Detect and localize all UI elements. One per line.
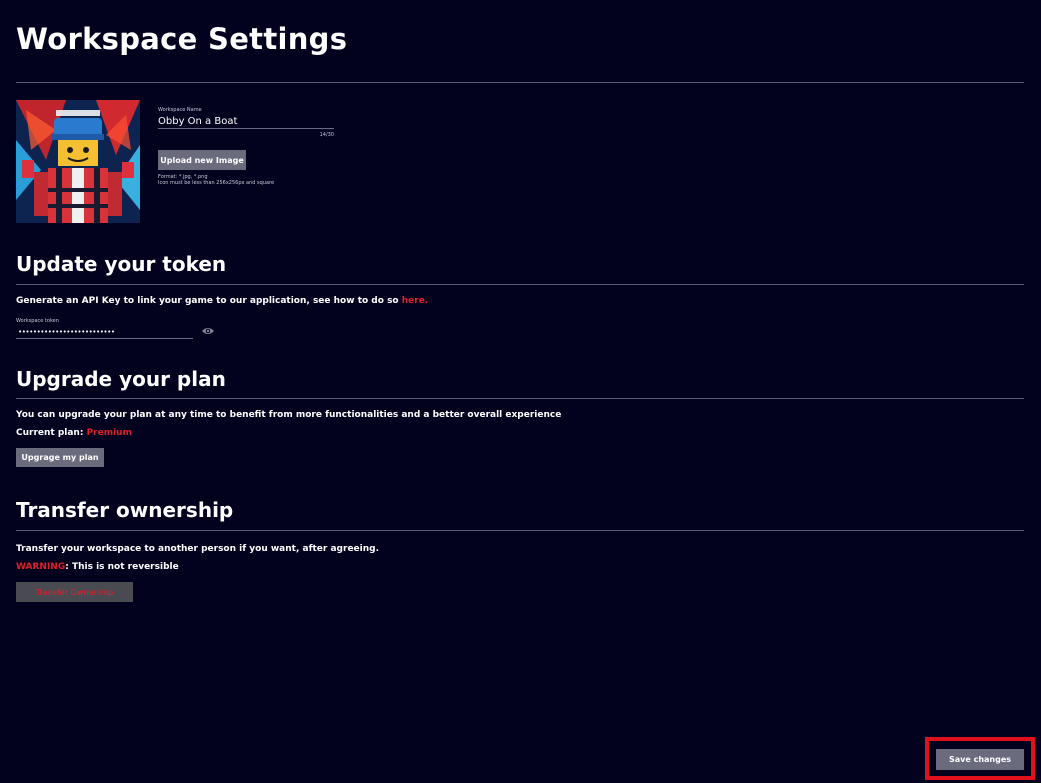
- warning-label: WARNING: [16, 562, 66, 572]
- char-count: 14/30: [319, 132, 334, 138]
- upgrade-plan-button[interactable]: Upgrage my plan: [16, 448, 104, 467]
- plan-divider: [16, 398, 1024, 399]
- token-help-link[interactable]: here.: [402, 296, 428, 306]
- token-heading: Update your token: [16, 252, 227, 276]
- workspace-name-label: Workspace Name: [158, 107, 202, 113]
- transfer-description: Transfer your workspace to another perso…: [16, 544, 380, 554]
- transfer-ownership-button[interactable]: Transfer Ownership: [16, 582, 133, 602]
- workspace-avatar-image: [16, 100, 140, 223]
- page-title: Workspace Settings: [16, 22, 348, 56]
- token-description-text: Generate an API Key to link your game to…: [16, 296, 402, 306]
- token-input[interactable]: [16, 325, 193, 339]
- upload-image-button[interactable]: Upload new Image: [158, 150, 246, 170]
- title-divider: [16, 82, 1024, 83]
- eye-icon[interactable]: [201, 325, 215, 337]
- token-divider: [16, 284, 1024, 285]
- transfer-warning: WARNING: This is not reversible: [16, 562, 179, 572]
- current-plan: Current plan: Premium: [16, 428, 132, 438]
- workspace-name-input[interactable]: [158, 115, 334, 129]
- current-plan-label: Current plan:: [16, 428, 87, 438]
- plan-description: You can upgrade your plan at any time to…: [16, 410, 562, 420]
- plan-heading: Upgrade your plan: [16, 367, 226, 391]
- save-changes-button[interactable]: Save changes: [936, 749, 1024, 770]
- token-field-label: Workspace token: [16, 318, 59, 324]
- size-line: Icon must be less than 256x256px and squ…: [158, 180, 275, 186]
- workspace-settings-page: Workspace Settings Workspace Name Obby O…: [0, 0, 1041, 783]
- image-format-hint: Format: *.jpg, *.png Icon must be less t…: [158, 174, 274, 186]
- current-plan-value: Premium: [86, 428, 132, 438]
- transfer-divider: [16, 530, 1024, 531]
- transfer-heading: Transfer ownership: [16, 498, 234, 522]
- warning-text: : This is not reversible: [65, 562, 179, 572]
- workspace-avatar: [16, 100, 140, 223]
- token-description: Generate an API Key to link your game to…: [16, 296, 428, 306]
